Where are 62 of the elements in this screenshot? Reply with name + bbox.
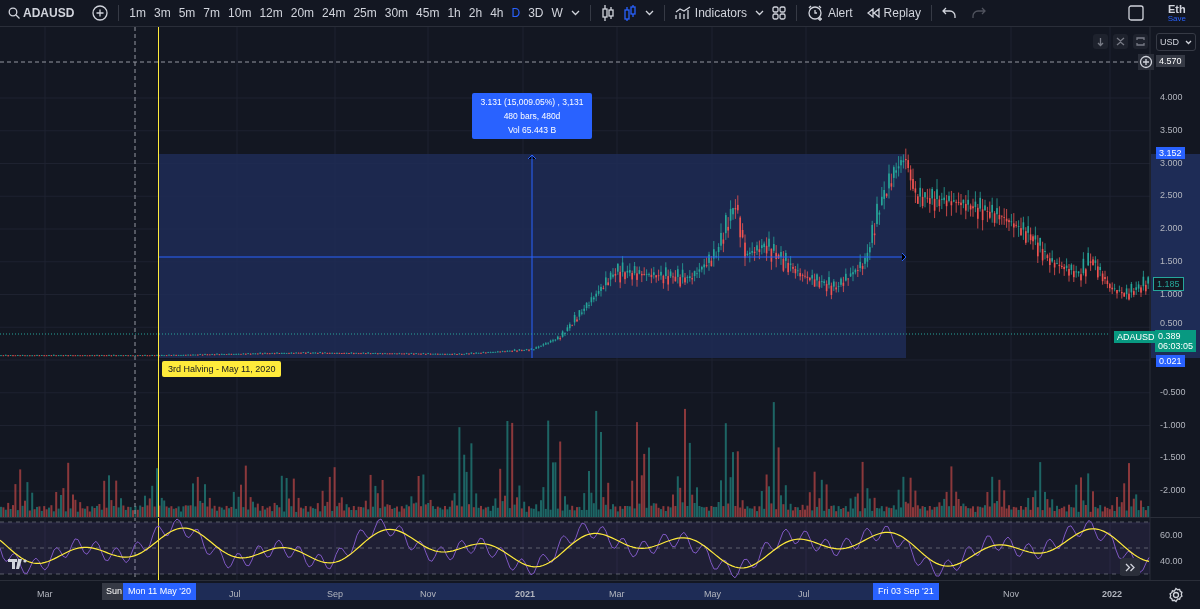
interval-button[interactable]: 4h bbox=[486, 2, 508, 24]
axis-label: -2.000 bbox=[1160, 485, 1186, 495]
axis-label: 40.00 bbox=[1160, 556, 1183, 566]
axis-label: 2.000 bbox=[1160, 223, 1183, 233]
axis-label: -1.000 bbox=[1160, 419, 1186, 430]
axis-label: 2021 bbox=[515, 589, 536, 599]
interval-button[interactable]: 2h bbox=[464, 2, 487, 24]
axis-label: 2.500 bbox=[1160, 190, 1183, 201]
axis-label: -0.500 bbox=[1160, 386, 1186, 397]
axis-label: 60.00 bbox=[1160, 530, 1183, 540]
axis-label: Nov bbox=[420, 589, 436, 599]
interval-button[interactable]: 20m bbox=[286, 2, 319, 24]
interval-button[interactable]: 7m bbox=[199, 2, 225, 24]
measure-text: 3.131 (15,009.05%) , 3,131 bbox=[480, 97, 584, 107]
replay-button[interactable]: Replay bbox=[862, 2, 925, 24]
axis-label: 0.500 bbox=[1160, 318, 1183, 329]
interval-button[interactable]: 25m bbox=[349, 2, 381, 24]
interval-button[interactable]: 10m bbox=[224, 2, 256, 24]
price-label: 3.152 bbox=[1156, 147, 1185, 159]
alert-button[interactable]: Alert bbox=[802, 2, 857, 24]
interval-button[interactable]: 3D bbox=[524, 2, 548, 24]
measure-text: 480 bars, 480d bbox=[503, 111, 561, 121]
interval-button[interactable]: 1m bbox=[125, 2, 150, 24]
axis-label: 4.000 bbox=[1160, 92, 1183, 102]
countdown-text: 06:03:05 bbox=[1158, 341, 1194, 351]
date-label: Fri 03 Sep '21 bbox=[873, 583, 939, 600]
interval-button[interactable]: 5m bbox=[174, 2, 200, 24]
axis-label: May bbox=[704, 589, 721, 599]
axis-label: 2022 bbox=[1102, 589, 1123, 599]
axis-label: 3.500 bbox=[1160, 124, 1183, 135]
interval-button[interactable]: 24m bbox=[318, 2, 350, 24]
axis-label: 3.000 bbox=[1160, 157, 1183, 168]
save-link[interactable]: Save bbox=[1167, 14, 1186, 23]
interval-button[interactable]: D bbox=[507, 2, 525, 24]
interval-button[interactable]: 30m bbox=[380, 2, 413, 24]
axis-label: Nov bbox=[1003, 589, 1019, 599]
date-label: Mon 11 May '20 bbox=[123, 583, 197, 600]
interval-button[interactable]: 45m bbox=[412, 2, 444, 24]
date-label: Sun bbox=[102, 583, 126, 600]
measure-text: Vol 65.443 B bbox=[507, 125, 557, 135]
symbol-search-button[interactable]: ADAUSD bbox=[4, 6, 79, 20]
indicators-button[interactable]: Indicators bbox=[670, 2, 751, 24]
axis-label: 1.500 bbox=[1160, 255, 1183, 266]
price-value: 0.389 bbox=[1158, 331, 1182, 341]
price-label: 1.185 bbox=[1153, 277, 1184, 291]
interval-button[interactable]: 12m bbox=[255, 2, 287, 24]
symbol-tag: ADAUSD bbox=[1114, 331, 1158, 343]
axis-label: Jul bbox=[798, 589, 810, 599]
axis-label: 1.000 bbox=[1160, 288, 1183, 299]
layout-name: Eth bbox=[1168, 3, 1186, 15]
axis-label: Jul bbox=[229, 589, 241, 599]
price-label: 0.021 bbox=[1156, 355, 1185, 367]
annotation-label: 3rd Halving - May 11, 2020 bbox=[162, 361, 282, 377]
axis-label: Mar bbox=[609, 589, 625, 599]
axis-label: Mar bbox=[37, 589, 53, 599]
interval-button[interactable]: W bbox=[547, 2, 567, 24]
interval-button[interactable]: 3m bbox=[150, 2, 175, 24]
axis-label: Sep bbox=[327, 589, 343, 599]
price-label: 4.570 bbox=[1156, 55, 1185, 67]
interval-button[interactable]: 1h bbox=[443, 2, 465, 24]
axis-label: -1.500 bbox=[1160, 452, 1186, 463]
currency-dropdown[interactable]: USD bbox=[1156, 33, 1196, 51]
